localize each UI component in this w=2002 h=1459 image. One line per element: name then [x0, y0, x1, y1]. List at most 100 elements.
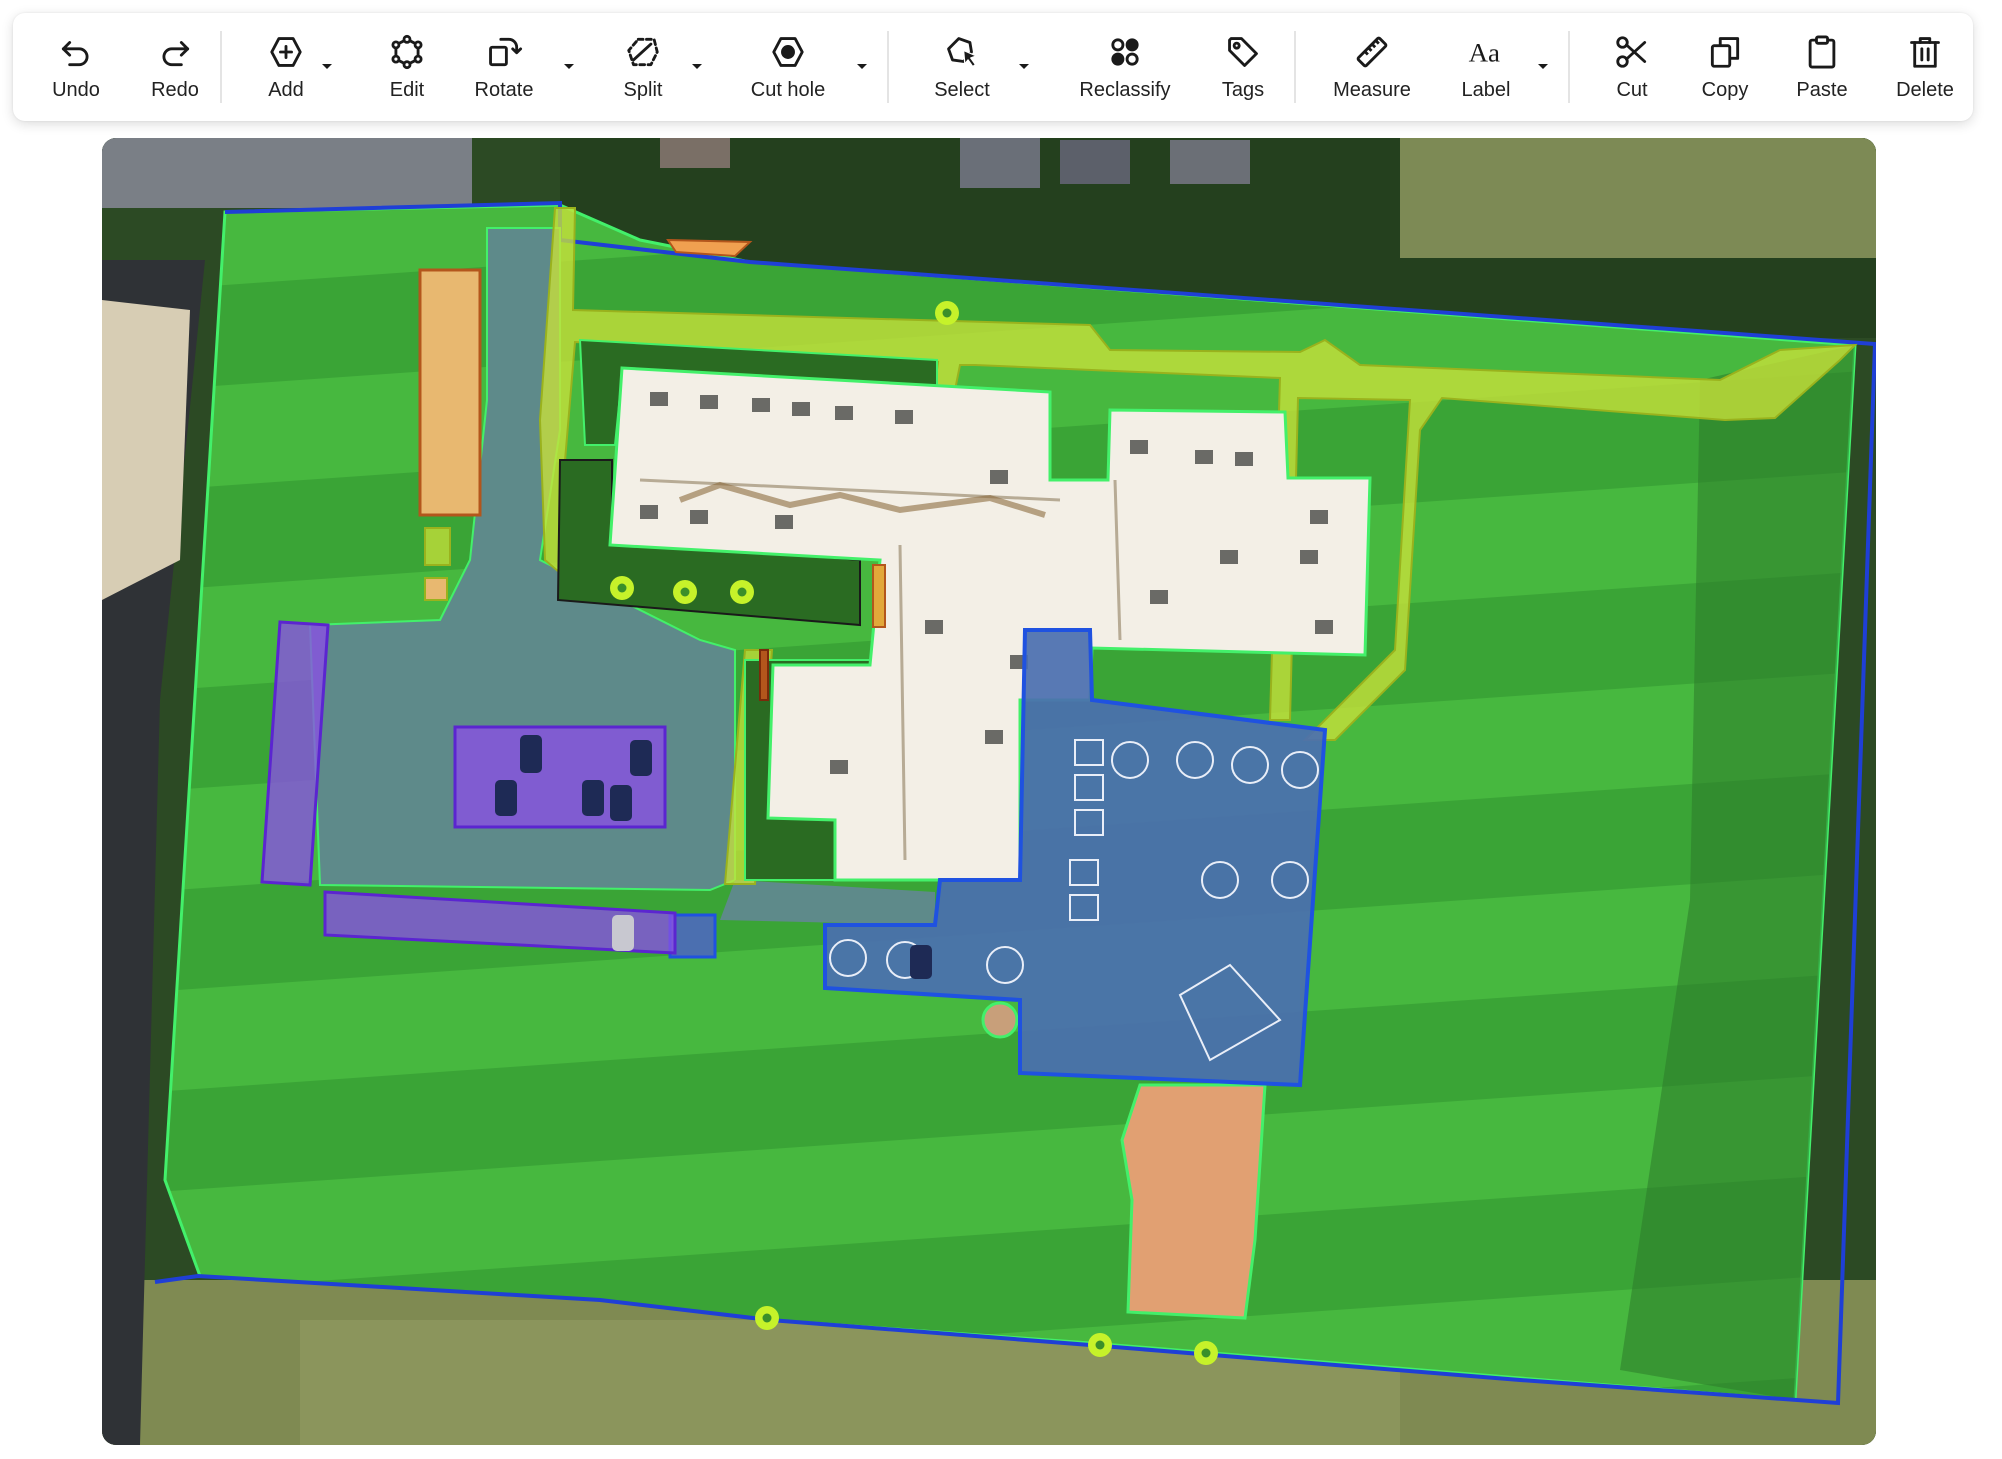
parked-car [495, 780, 517, 816]
roof-unit [640, 505, 658, 519]
toolbar-divider [220, 31, 222, 103]
cut-button[interactable]: Cut [1581, 13, 1683, 121]
tree-marker[interactable] [730, 580, 754, 604]
roof-unit [700, 395, 718, 409]
undo-label: Undo [52, 78, 100, 101]
reclassify-label: Reclassify [1079, 78, 1171, 101]
planting-bed[interactable] [759, 649, 769, 701]
chevron-down-icon [1019, 64, 1029, 69]
parked-car [630, 740, 652, 776]
tags-button[interactable]: Tags [1192, 13, 1294, 121]
parked-car [612, 915, 634, 951]
copy-icon [1710, 36, 1740, 68]
copy-button[interactable]: Copy [1674, 13, 1776, 121]
tree-marker[interactable] [755, 1306, 779, 1330]
roof-unit [775, 515, 793, 529]
redo-label: Redo [151, 78, 199, 101]
roof-unit [1195, 450, 1213, 464]
label-icon: Aa [1469, 37, 1500, 67]
roof-unit [830, 760, 848, 774]
roadside-homes [102, 300, 190, 600]
edit-icon [391, 34, 423, 69]
roof-unit [792, 402, 810, 416]
parked-car [582, 780, 604, 816]
delete-button[interactable]: Delete [1874, 13, 1976, 121]
tree-marker[interactable] [1088, 1333, 1112, 1357]
hardscape-pad[interactable] [668, 913, 717, 959]
tree-marker[interactable] [610, 576, 634, 600]
roof-unit [1300, 550, 1318, 564]
cut-hole-dropdown[interactable] [851, 53, 873, 79]
cut-hole-label: Cut hole [750, 78, 826, 101]
neighbor-field [1400, 138, 1876, 258]
roof-unit [895, 410, 913, 424]
roof-unit [1130, 440, 1148, 454]
mulch-bed[interactable] [418, 268, 482, 517]
cut-hole-button[interactable]: Cut hole [727, 13, 849, 121]
delete-label: Delete [1896, 78, 1954, 101]
walkway[interactable] [424, 527, 451, 566]
select-icon [947, 36, 977, 67]
walkway[interactable] [424, 577, 448, 601]
edit-label: Edit [389, 78, 425, 101]
roof-unit [1150, 590, 1168, 604]
toolbar-divider [887, 31, 889, 103]
redo-button[interactable]: Redo [124, 13, 226, 121]
label-dropdown[interactable] [1532, 53, 1554, 79]
chevron-down-icon [564, 64, 574, 69]
label-button[interactable]: Aa Label [1435, 13, 1537, 121]
split-label: Split [623, 78, 663, 101]
toolbar-divider [1568, 31, 1570, 103]
rotate-dropdown[interactable] [558, 53, 580, 79]
select-dropdown[interactable] [1013, 53, 1035, 79]
copy-label: Copy [1701, 78, 1749, 101]
reclassify-button[interactable]: Reclassify [1061, 13, 1189, 121]
undo-button[interactable]: Undo [25, 13, 127, 121]
split-icon [627, 37, 659, 66]
scissors-icon [1616, 35, 1647, 68]
edit-button[interactable]: Edit [356, 13, 458, 121]
planting-bed[interactable] [872, 564, 886, 628]
chevron-down-icon [322, 64, 332, 69]
aerial-map-canvas[interactable] [102, 138, 1876, 1445]
add-icon [270, 36, 302, 67]
parking-lot-north [102, 138, 472, 208]
chevron-down-icon [857, 64, 867, 69]
toolbar-divider [1294, 31, 1296, 103]
parked-car [610, 785, 632, 821]
roof-unit [985, 730, 1003, 744]
tree-marker[interactable] [935, 301, 959, 325]
paste-label: Paste [1796, 78, 1848, 101]
chevron-down-icon [692, 64, 702, 69]
roof-unit [925, 620, 943, 634]
select-button[interactable]: Select [911, 13, 1013, 121]
tree-mulch-ring[interactable] [981, 1001, 1019, 1039]
tree-marker[interactable] [1194, 1341, 1218, 1365]
rotate-icon [489, 37, 523, 66]
neighbor-roof [660, 138, 730, 168]
tag-icon [1228, 36, 1258, 67]
roof-unit [752, 398, 770, 412]
measure-button[interactable]: Measure [1311, 13, 1433, 121]
neighbor-roof [960, 138, 1040, 188]
roof-unit [1315, 620, 1333, 634]
reclassify-icon [1111, 37, 1139, 66]
label-label: Label [1461, 78, 1511, 101]
editing-toolbar: Undo Redo Add Edit Rotate Split Cut hole… [13, 13, 1973, 121]
roof-unit [1235, 452, 1253, 466]
map-layers[interactable] [102, 138, 1876, 1445]
cut-hole-icon [772, 36, 804, 67]
playground-mulch[interactable] [1120, 1083, 1267, 1320]
undo-icon [61, 40, 89, 66]
split-dropdown[interactable] [686, 53, 708, 79]
tags-label: Tags [1221, 78, 1265, 101]
roof-unit [835, 406, 853, 420]
measure-label: Measure [1333, 78, 1411, 101]
add-dropdown[interactable] [316, 53, 338, 79]
rotate-button[interactable]: Rotate [453, 13, 555, 121]
roof-unit [650, 392, 668, 406]
split-button[interactable]: Split [592, 13, 694, 121]
ruler-icon [1356, 36, 1388, 67]
tree-marker[interactable] [673, 580, 697, 604]
paste-button[interactable]: Paste [1771, 13, 1873, 121]
